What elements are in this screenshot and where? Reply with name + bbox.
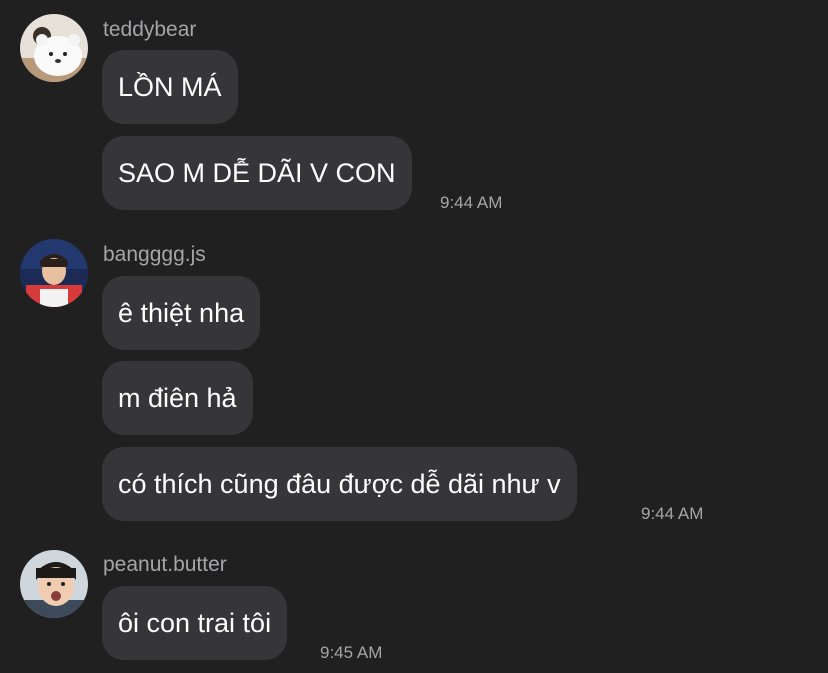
message-bubble[interactable]: có thích cũng đâu được dễ dãi như v	[102, 447, 577, 521]
username[interactable]: teddybear	[103, 17, 196, 43]
message-bubble[interactable]: ôi con trai tôi	[102, 586, 288, 660]
gamer-avatar-icon[interactable]	[20, 239, 88, 307]
message-bubble[interactable]: SAO M DỄ DÃI V CON	[102, 136, 412, 210]
teddy-bear-plush-avatar-icon[interactable]	[20, 14, 88, 82]
message-bubble[interactable]: m điên hả	[102, 361, 253, 435]
message-bubble[interactable]: ê thiệt nha	[102, 276, 261, 350]
username[interactable]: peanut.butter	[103, 552, 227, 578]
surprised-boy-avatar-icon[interactable]	[20, 550, 88, 618]
chat-thread: teddybear LỒN MÁ SAO M DỄ DÃI V CON 9:44…	[0, 0, 828, 673]
message-timestamp: 9:45 AM	[320, 643, 383, 662]
message-timestamp: 9:44 AM	[440, 193, 503, 212]
message-timestamp: 9:44 AM	[641, 504, 704, 523]
message-bubble[interactable]: LỒN MÁ	[102, 50, 238, 124]
username[interactable]: bangggg.js	[103, 242, 206, 268]
